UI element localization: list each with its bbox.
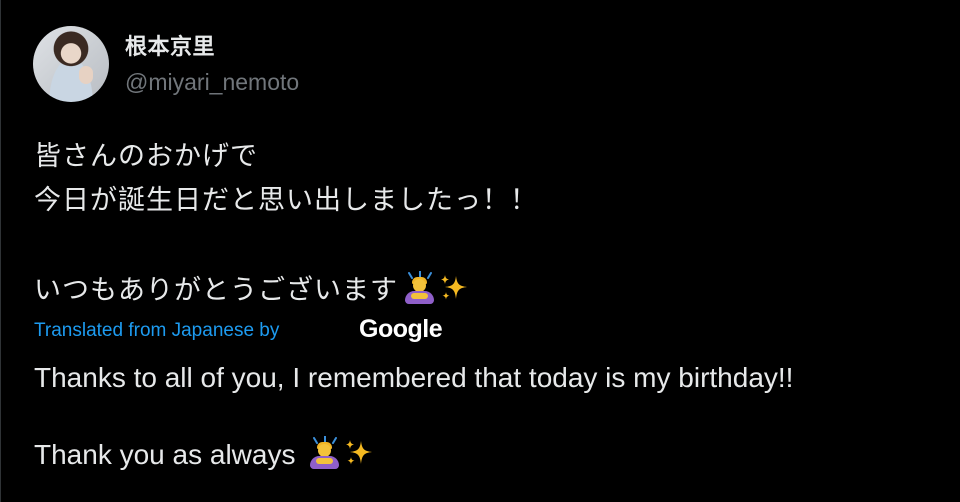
- author-display-name[interactable]: 根本京里: [125, 29, 215, 61]
- sparkles-icon-2: [343, 437, 375, 469]
- tweet-text-line-3-text: いつもありがとうございます: [34, 275, 398, 306]
- tweet-card: 根本京里 @miyari_nemoto 皆さんのおかげで 今日が誕生日だと思い出…: [0, 0, 960, 502]
- google-logo: Google: [359, 315, 443, 343]
- tweet-text-line-2: 今日が誕生日だと思い出しましたっ！！: [34, 185, 538, 216]
- sparkles-icon: [438, 272, 470, 304]
- avatar[interactable]: [33, 26, 109, 102]
- tweet-text-line-1: 皆さんのおかげで: [34, 141, 258, 172]
- person-bowing-icon-2: [307, 436, 341, 470]
- person-bowing-icon: [402, 271, 436, 305]
- avatar-hand-detail: [79, 66, 93, 84]
- translation-line-1: Thanks to all of you, I remembered that …: [34, 362, 794, 393]
- tweet-text-line-3: いつもありがとうございます: [34, 268, 470, 307]
- translation-line-2: Thank you as always: [34, 436, 375, 471]
- translation-line-2-text: Thank you as always: [34, 439, 304, 470]
- translated-from-label[interactable]: Translated from Japanese by: [34, 320, 279, 342]
- author-handle[interactable]: @miyari_nemoto: [125, 69, 299, 96]
